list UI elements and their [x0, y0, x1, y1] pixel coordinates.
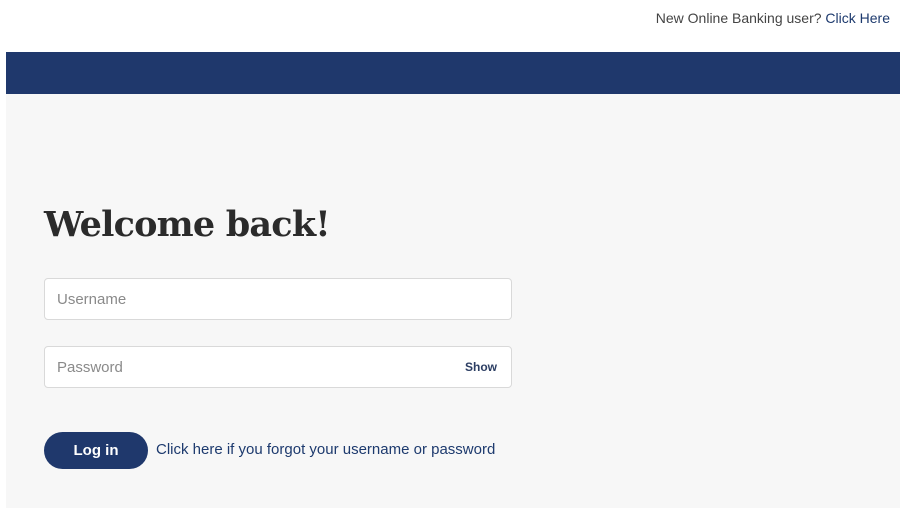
page-title: Welcome back! — [44, 204, 331, 245]
header-band — [6, 52, 900, 94]
password-input[interactable] — [45, 347, 511, 387]
forgot-credentials-link[interactable]: Click here if you forgot your username o… — [156, 441, 495, 458]
username-input[interactable] — [45, 279, 511, 319]
username-field-container — [44, 278, 512, 320]
login-button[interactable]: Log in — [44, 432, 148, 469]
login-page: New Online Banking user? Click Here Welc… — [0, 0, 900, 508]
show-password-toggle[interactable]: Show — [465, 360, 497, 374]
top-utility-bar: New Online Banking user? Click Here — [0, 0, 900, 52]
password-field-container: Show — [44, 346, 512, 388]
new-user-text: New Online Banking user? — [655, 10, 822, 26]
login-panel: Welcome back! Show Log in Click here if … — [6, 94, 900, 508]
new-user-prompt: New Online Banking user? Click Here — [656, 10, 890, 26]
new-user-click-here-link[interactable]: Click Here — [825, 10, 890, 26]
